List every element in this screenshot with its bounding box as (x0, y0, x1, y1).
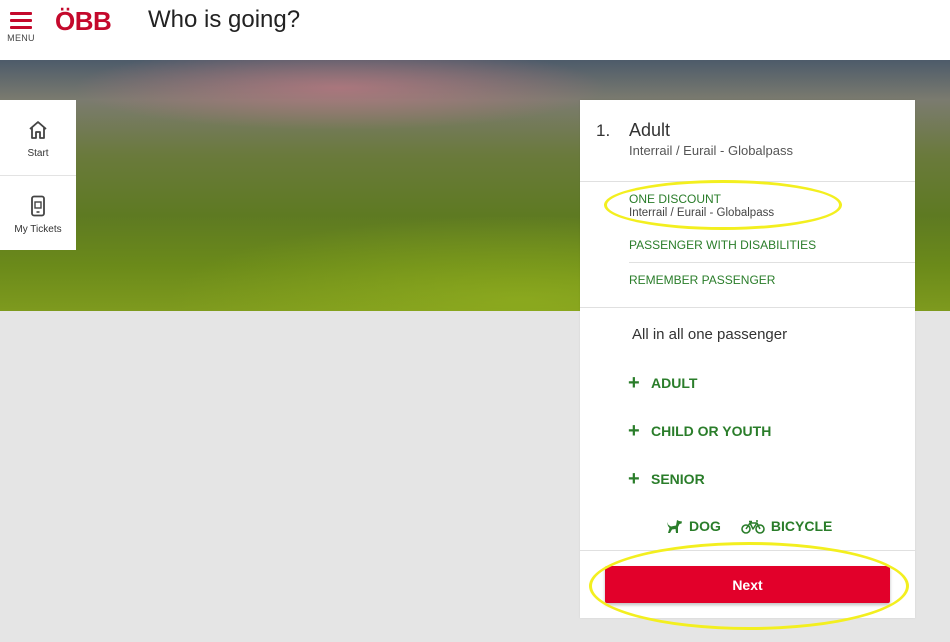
plus-icon: + (628, 372, 640, 394)
nav-item-label: My Tickets (14, 224, 62, 235)
one-discount-link[interactable]: ONE DISCOUNT Interrail / Eurail - Global… (629, 192, 774, 219)
discount-label: ONE DISCOUNT (629, 192, 722, 206)
nav-item-my-tickets[interactable]: My Tickets (0, 175, 76, 250)
side-nav: Start My Tickets (0, 100, 76, 250)
home-icon (29, 121, 47, 139)
phone-ticket-icon (31, 195, 45, 217)
passenger-summary: All in all one passenger (632, 326, 788, 343)
add-child-or-youth-button[interactable]: + CHILD OR YOUTH (628, 420, 772, 442)
nav-item-label: Start (27, 148, 49, 159)
bicycle-label: BICYCLE (770, 518, 833, 534)
discount-value: Interrail / Eurail - Globalpass (629, 207, 775, 219)
remember-passenger-link[interactable]: REMEMBER PASSENGER (629, 273, 775, 287)
add-senior-button[interactable]: + SENIOR (628, 468, 705, 490)
add-adult-label: ADULT (651, 375, 698, 391)
passenger-with-disabilities-link[interactable]: PASSENGER WITH DISABILITIES (629, 238, 816, 252)
plus-icon: + (628, 420, 640, 442)
extras-row: DOG BICYCLE (666, 518, 832, 534)
add-child-label: CHILD OR YOUTH (651, 423, 772, 439)
passenger-card[interactable]: 1. Adult Interrail / Eurail - Globalpass (580, 100, 915, 182)
dog-icon (667, 519, 682, 533)
page-title: Who is going? (148, 6, 301, 33)
divider (580, 550, 915, 551)
menu-button[interactable]: MENU (6, 8, 36, 48)
passenger-number: 1. (596, 121, 611, 140)
hamburger-icon (10, 12, 32, 29)
passenger-subtitle: Interrail / Eurail - Globalpass (629, 143, 794, 158)
next-button[interactable]: Next (605, 566, 890, 603)
dog-label: DOG (689, 518, 721, 534)
add-dog-button[interactable]: DOG (666, 518, 721, 534)
plus-icon: + (628, 468, 640, 490)
nav-item-start[interactable]: Start (0, 100, 76, 175)
add-adult-button[interactable]: + ADULT (628, 372, 698, 394)
passenger-type: Adult (629, 120, 671, 140)
top-bar: MENU ÖBB Who is going? (0, 0, 950, 60)
add-bicycle-button[interactable]: BICYCLE (741, 518, 832, 534)
passenger-panel: 1. Adult Interrail / Eurail - Globalpass… (580, 100, 915, 618)
obb-logo[interactable]: ÖBB (55, 6, 112, 37)
bicycle-icon (741, 519, 765, 534)
menu-label: MENU (7, 33, 35, 43)
divider (580, 307, 915, 308)
divider (629, 262, 915, 263)
add-senior-label: SENIOR (651, 471, 705, 487)
